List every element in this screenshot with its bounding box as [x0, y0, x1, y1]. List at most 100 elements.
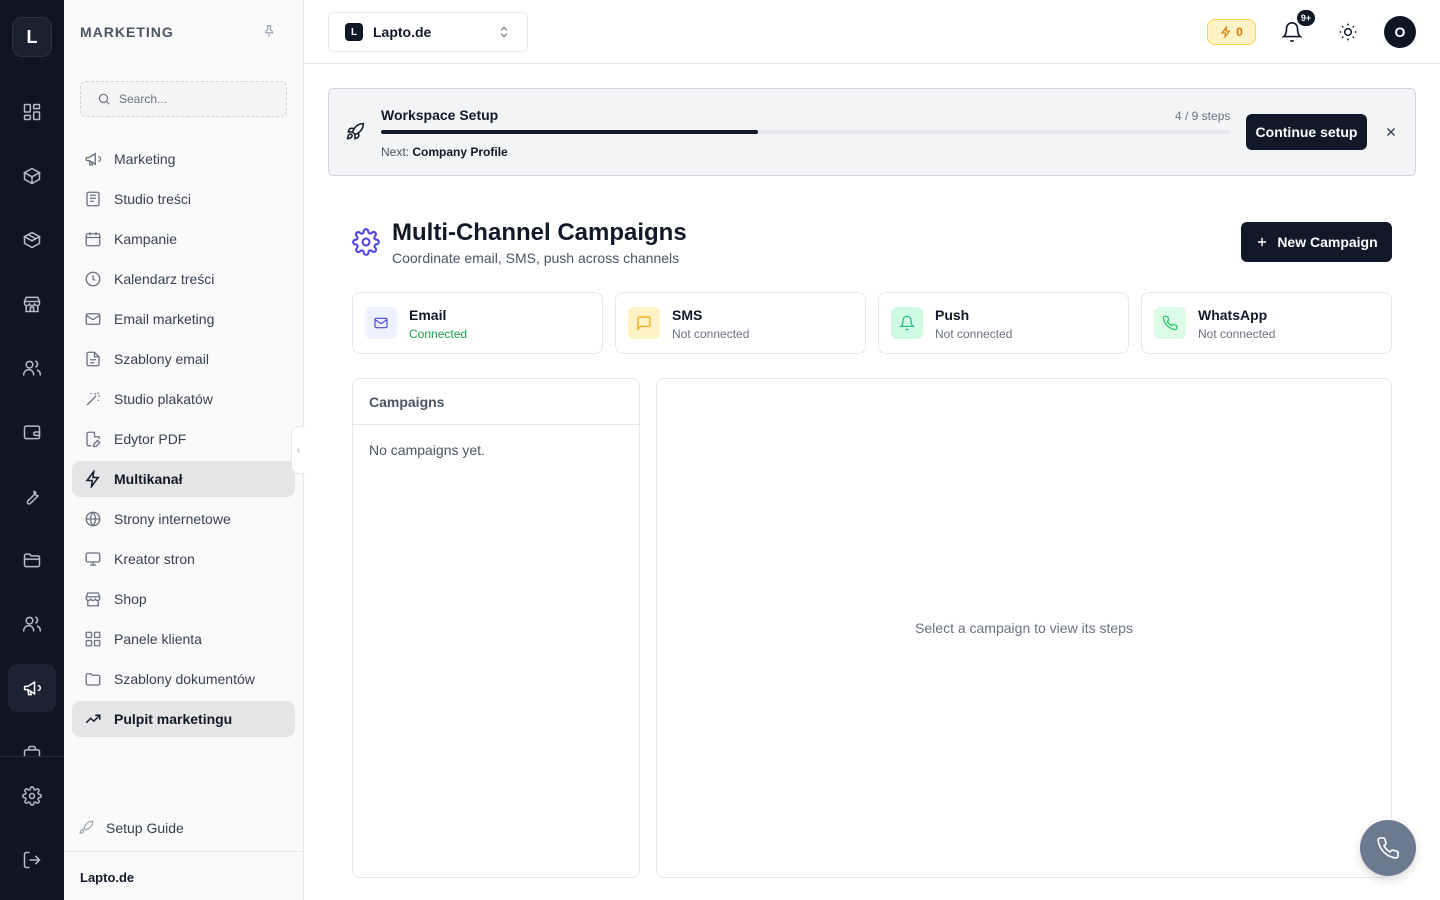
briefcase-icon[interactable] [8, 728, 56, 756]
magic-wand-icon [84, 390, 102, 408]
zap-icon [1220, 26, 1232, 38]
sidebar-collapse-handle[interactable]: ‹ [291, 426, 305, 474]
sidebar-item-studio-tresci[interactable]: Studio treści [72, 181, 295, 217]
sidebar-item-multikanal[interactable]: Multikanał [72, 461, 295, 497]
campaigns-header: Campaigns [353, 379, 639, 425]
topbar: L Lapto.de 0 9+ O [304, 0, 1440, 64]
store-icon[interactable] [8, 280, 56, 328]
avatar[interactable]: O [1384, 16, 1416, 48]
continue-setup-button[interactable]: Continue setup [1246, 114, 1367, 150]
sidebar: MARKETING Search... Marketing Studio tre… [64, 0, 304, 900]
monitor-icon [84, 550, 102, 568]
sidebar-title: MARKETING [80, 24, 174, 40]
sidebar-item-shop[interactable]: Shop [72, 581, 295, 617]
channel-name: Email [409, 307, 447, 323]
team-icon[interactable] [8, 600, 56, 648]
campaigns-empty-state: No campaigns yet. [369, 442, 485, 458]
banner-steps-count: 4 / 9 steps [1175, 109, 1231, 123]
search-input[interactable]: Search... [80, 81, 287, 117]
sidebar-item-szablony-dokumentow[interactable]: Szablony dokumentów [72, 661, 295, 697]
setup-progress-bar [381, 130, 1231, 134]
channel-card-push[interactable]: Push Not connected [878, 292, 1129, 354]
file-text-icon [84, 350, 102, 368]
search-placeholder: Search... [119, 92, 168, 106]
users-icon[interactable] [8, 344, 56, 392]
package-icon[interactable] [8, 216, 56, 264]
sidebar-item-szablony-email[interactable]: Szablony email [72, 341, 295, 377]
call-fab-button[interactable] [1360, 820, 1416, 876]
channel-card-whatsapp[interactable]: WhatsApp Not connected [1141, 292, 1392, 354]
clock-icon [84, 270, 102, 288]
sidebar-item-label: Marketing [114, 151, 176, 167]
sidebar-item-label: Szablony email [114, 351, 209, 367]
credits-count: 0 [1236, 25, 1243, 39]
phone-icon [1376, 836, 1400, 860]
workspace-selector[interactable]: L Lapto.de [328, 12, 528, 52]
folder-icon[interactable] [8, 536, 56, 584]
trending-up-icon [84, 710, 102, 728]
app-logo[interactable]: L [12, 17, 52, 57]
page-subtitle: Coordinate email, SMS, push across chann… [392, 250, 680, 266]
sidebar-item-studio-plakatow[interactable]: Studio plakatów [72, 381, 295, 417]
calendar-icon [84, 230, 102, 248]
dashboard-icon[interactable] [8, 88, 56, 136]
sidebar-item-label: Email marketing [114, 311, 215, 327]
sidebar-item-label: Strony internetowe [114, 511, 231, 527]
sidebar-item-label: Szablony dokumentów [114, 671, 255, 687]
sidebar-item-edytor-pdf[interactable]: Edytor PDF [72, 421, 295, 457]
file-edit-icon [84, 430, 102, 448]
notifications-badge: 9+ [1297, 10, 1315, 26]
sidebar-item-email-marketing[interactable]: Email marketing [72, 301, 295, 337]
sidebar-item-label: Shop [114, 591, 147, 607]
channel-card-sms[interactable]: SMS Not connected [615, 292, 866, 354]
new-campaign-button[interactable]: New Campaign [1241, 222, 1392, 262]
channel-card-email[interactable]: Email Connected [352, 292, 603, 354]
logout-icon[interactable] [8, 836, 56, 884]
phone-icon [1154, 307, 1186, 339]
zap-icon [84, 470, 102, 488]
channel-status: Not connected [1198, 327, 1276, 341]
channel-status: Not connected [935, 327, 1013, 341]
megaphone-icon[interactable] [8, 664, 56, 712]
campaign-detail-panel: Select a campaign to view its steps [656, 378, 1392, 878]
sidebar-item-label: Edytor PDF [114, 431, 187, 447]
sidebar-item-kreator-stron[interactable]: Kreator stron [72, 541, 295, 577]
banner-next-step: Next: Company Profile [381, 145, 508, 159]
workspace-name: Lapto.de [373, 24, 432, 40]
channel-name: WhatsApp [1198, 307, 1268, 323]
sidebar-item-label: Studio treści [114, 191, 192, 207]
close-icon[interactable] [1384, 125, 1398, 139]
chevron-updown-icon [497, 25, 511, 39]
rocket-icon [78, 820, 94, 836]
sun-icon[interactable] [1338, 22, 1358, 42]
newspaper-icon [84, 190, 102, 208]
sidebar-item-label: Kampanie [114, 231, 178, 247]
sidebar-item-label: Pulpit marketingu [114, 711, 233, 727]
channel-status: Not connected [672, 327, 750, 341]
sidebar-item-marketing[interactable]: Marketing [72, 141, 295, 177]
sidebar-item-panele-klienta[interactable]: Panele klienta [72, 621, 295, 657]
sidebar-item-label: Kreator stron [114, 551, 195, 567]
sidebar-item-strony-internetowe[interactable]: Strony internetowe [72, 501, 295, 537]
campaign-detail-empty-state: Select a campaign to view its steps [915, 620, 1133, 636]
wallet-icon[interactable] [8, 408, 56, 456]
mail-icon [84, 310, 102, 328]
workspace-badge: L [345, 23, 363, 41]
box-icon[interactable] [8, 152, 56, 200]
settings-icon[interactable] [8, 772, 56, 820]
next-label: Next: [381, 145, 410, 159]
setup-guide-link[interactable]: Setup Guide [78, 820, 184, 836]
sidebar-item-label: Panele klienta [114, 631, 202, 647]
wrench-icon[interactable] [8, 472, 56, 520]
pin-icon[interactable] [262, 24, 276, 38]
sidebar-item-kalendarz-tresci[interactable]: Kalendarz treści [72, 261, 295, 297]
sidebar-item-label: Studio plakatów [114, 391, 213, 407]
credits-badge[interactable]: 0 [1207, 19, 1256, 45]
workspace-setup-banner: Workspace Setup 4 / 9 steps Next: Compan… [328, 88, 1416, 176]
mail-icon [365, 307, 397, 339]
sidebar-item-kampanie[interactable]: Kampanie [72, 221, 295, 257]
grid-icon [84, 630, 102, 648]
sidebar-item-pulpit-marketingu[interactable]: Pulpit marketingu [72, 701, 295, 737]
setup-progress-fill [381, 130, 759, 134]
app-rail: L [0, 0, 64, 900]
